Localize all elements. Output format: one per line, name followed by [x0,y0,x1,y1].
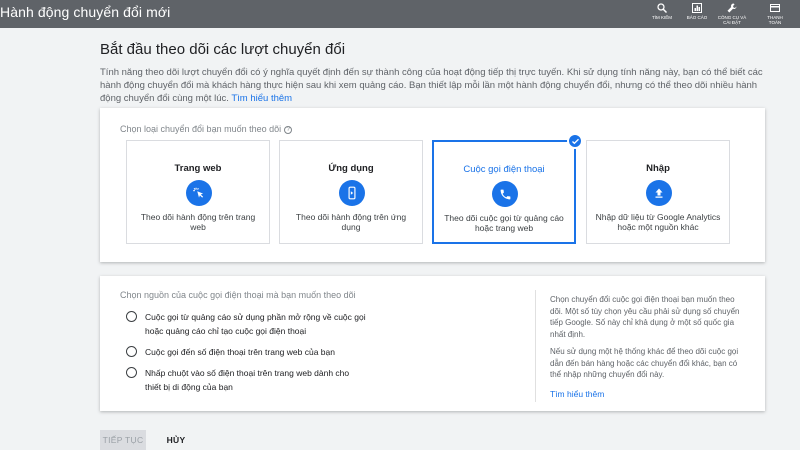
continue-button[interactable]: TIẾP TỤC [100,430,146,450]
tools-settings-button[interactable]: CÔNG CỤ VÀ CÀI ĐẶT [712,0,752,28]
radio-button[interactable] [126,346,137,357]
option-import-desc: Nhập dữ liệu từ Google Analytics hoặc mộ… [595,212,721,232]
cursor-click-icon [186,180,212,206]
search-icon [657,3,668,14]
top-bar: Hành động chuyển đổi mới TÌM KIẾM BÁO CÁ… [0,0,800,28]
billing-label: THANH TOÁN [767,15,783,25]
side-help-paragraph-2: Nếu sử dụng một hệ thống khác để theo dõ… [550,347,739,379]
radio-option-mobile-clicks[interactable]: Nhấp chuột vào số điện thoại trên trang … [126,366,366,394]
upload-icon [646,180,672,206]
side-learn-more-link[interactable]: Tìm hiểu thêm [550,389,745,401]
help-icon[interactable]: ? [284,126,293,134]
intro-body: Tính năng theo dõi lượt chuyển đổi có ý … [100,67,763,104]
wrench-icon [727,3,737,13]
option-phone-call-label: Cuộc gọi điện thoại [463,164,545,175]
billing-icon [770,4,780,12]
mobile-app-icon [339,180,365,206]
side-help-text: Chọn chuyển đổi cuộc gọi điện thoại bạn … [550,294,745,400]
search-label: TÌM KIẾM [652,15,672,20]
phone-icon [492,181,518,207]
radio-label: Cuộc gọi đến số điện thoại trên trang we… [145,347,335,357]
conversion-type-prompt-text: Chọn loại chuyển đổi bạn muốn theo dõi [120,124,282,134]
option-website[interactable]: Trang web Theo dõi hành động trên trang … [126,140,270,244]
option-app[interactable]: Ứng dụng Theo dõi hành động trên ứng dụn… [279,140,423,244]
option-phone-call-desc: Theo dõi cuộc gọi từ quảng cáo hoặc tran… [444,213,564,233]
option-import-label: Nhập [646,163,670,174]
reports-label: BÁO CÁO [686,15,708,20]
cancel-button[interactable]: HỦY [156,430,196,450]
billing-button[interactable]: THANH TOÁN [755,0,795,28]
radio-label: Cuộc gọi từ quảng cáo sử dụng phần mở rộ… [145,312,366,336]
learn-more-link[interactable]: Tìm hiểu thêm [231,93,292,104]
option-website-desc: Theo dõi hành động trên trang web [140,212,256,232]
option-phone-call[interactable]: Cuộc gọi điện thoại Theo dõi cuộc gọi từ… [432,133,583,244]
option-app-desc: Theo dõi hành động trên ứng dụng [295,212,407,232]
option-import[interactable]: Nhập Nhập dữ liệu từ Google Analytics ho… [586,140,730,244]
page-title: Hành động chuyển đổi mới [0,4,171,20]
call-source-card: Chọn nguồn của cuộc gọi điện thoại mà bạ… [100,276,765,411]
radio-label: Nhấp chuột vào số điện thoại trên trang … [145,368,350,392]
option-app-label: Ứng dụng [328,163,374,174]
radio-option-call-ads[interactable]: Cuộc gọi từ quảng cáo sử dụng phần mở rộ… [126,310,366,338]
conversion-type-prompt: Chọn loại chuyển đổi bạn muốn theo dõi? [120,124,293,134]
option-website-label: Trang web [174,163,222,174]
selected-check-icon [567,133,583,149]
radio-button[interactable] [126,311,137,322]
radio-option-website-calls[interactable]: Cuộc gọi đến số điện thoại trên trang we… [126,345,366,359]
conversion-type-card: Chọn loại chuyển đổi bạn muốn theo dõi? … [100,108,765,262]
side-help-paragraph-1: Chọn chuyển đổi cuộc gọi điện thoại bạn … [550,295,740,339]
call-source-radio-group: Cuộc gọi từ quảng cáo sử dụng phần mở rộ… [126,310,366,401]
call-source-prompt: Chọn nguồn của cuộc gọi điện thoại mà bạ… [120,290,356,300]
radio-button[interactable] [126,367,137,378]
vertical-divider [535,290,536,402]
search-button[interactable]: TÌM KIẾM [642,0,682,28]
reports-button[interactable]: BÁO CÁO [677,0,717,28]
intro-text: Tính năng theo dõi lượt chuyển đổi có ý … [100,66,765,105]
reports-icon [692,3,702,13]
section-heading: Bắt đầu theo dõi các lượt chuyển đổi [100,41,346,58]
tools-settings-label: CÔNG CỤ VÀ CÀI ĐẶT [717,15,747,25]
